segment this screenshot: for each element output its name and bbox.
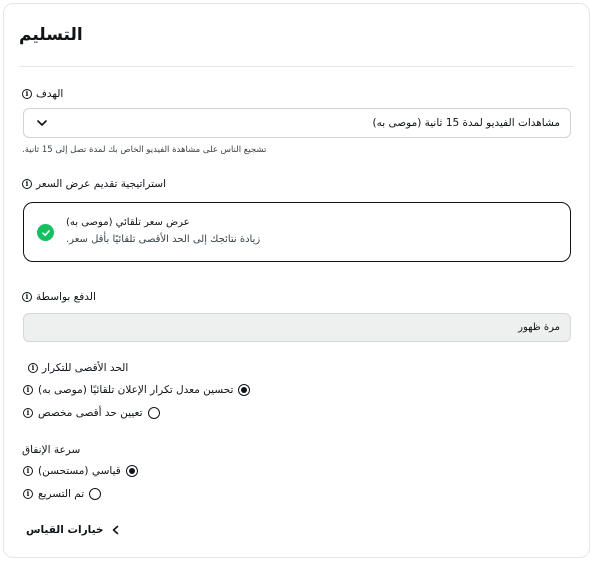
- goal-select[interactable]: مشاهدات الفيديو لمدة 15 ثانية (موصى به): [23, 108, 571, 138]
- info-icon[interactable]: i: [23, 489, 33, 499]
- radio-selected[interactable]: [238, 384, 251, 396]
- pacing-label: سرعة الإنفاق: [22, 444, 81, 456]
- divider: [19, 66, 574, 67]
- radio-selected[interactable]: [125, 465, 138, 477]
- pacing-standard-option[interactable]: قياسي (مستحسن) i: [23, 465, 138, 477]
- info-icon[interactable]: i: [22, 89, 32, 99]
- info-icon[interactable]: i: [23, 466, 33, 476]
- bid-strategy-option-desc: زيادة نتائجك إلى الحد الأقصى تلقائيًا بأ…: [66, 234, 261, 245]
- delivery-card: التسليم الهدف i مشاهدات الفيديو لمدة 15 …: [3, 3, 590, 558]
- info-icon[interactable]: i: [28, 363, 38, 373]
- chevron-left-icon: [113, 525, 119, 535]
- frequency-auto-label: تحسين معدل تكرار الإعلان تلقائيًا (موصى …: [38, 384, 234, 396]
- chevron-down-icon: [37, 120, 47, 126]
- measurement-options-toggle[interactable]: خيارات القياس: [26, 524, 120, 536]
- measurement-options-label: خيارات القياس: [26, 524, 104, 536]
- info-icon[interactable]: i: [22, 292, 32, 302]
- goal-label-row: الهدف i: [22, 88, 63, 100]
- bid-strategy-option-title: عرض سعر تلقائي (موصى به): [66, 217, 190, 228]
- pay-by-label: الدفع بواسطة: [36, 291, 96, 303]
- frequency-auto-option[interactable]: تحسين معدل تكرار الإعلان تلقائيًا (موصى …: [23, 384, 251, 396]
- pacing-standard-label: قياسي (مستحسن): [38, 465, 121, 477]
- pay-by-value: مرة ظهور: [518, 322, 560, 333]
- pay-by-label-row: الدفع بواسطة i: [22, 291, 96, 303]
- frequency-custom-option[interactable]: تعيين حد أقصى مخصص i: [23, 407, 160, 419]
- pacing-label-row: سرعة الإنفاق: [22, 444, 80, 456]
- goal-label: الهدف: [36, 88, 64, 100]
- bid-strategy-label-row: استراتيجية تقديم عرض السعر i: [22, 178, 166, 190]
- section-title: التسليم: [19, 25, 83, 45]
- bid-strategy-label: استراتيجية تقديم عرض السعر: [36, 178, 167, 190]
- radio-unselected[interactable]: [89, 488, 102, 500]
- frequency-cap-label-row: الحد الأقصى للتكرار i: [22, 362, 128, 374]
- pacing-accelerated-label: تم التسريع: [38, 488, 85, 500]
- info-icon[interactable]: i: [22, 179, 32, 189]
- radio-unselected[interactable]: [147, 407, 160, 419]
- frequency-cap-label: الحد الأقصى للتكرار: [42, 362, 129, 374]
- pacing-accelerated-option[interactable]: تم التسريع i: [23, 488, 102, 500]
- pay-by-field: مرة ظهور: [23, 313, 571, 342]
- goal-helper-text: تشجيع الناس على مشاهدة الفيديو الخاص بك …: [22, 145, 267, 155]
- info-icon[interactable]: i: [23, 408, 33, 418]
- bid-strategy-option-card[interactable]: عرض سعر تلقائي (موصى به) زيادة نتائجك إل…: [23, 202, 571, 262]
- info-icon[interactable]: i: [23, 385, 33, 395]
- goal-selected-value: مشاهدات الفيديو لمدة 15 ثانية (موصى به): [372, 117, 561, 129]
- check-circle-icon: [37, 224, 54, 241]
- frequency-custom-label: تعيين حد أقصى مخصص: [38, 407, 143, 419]
